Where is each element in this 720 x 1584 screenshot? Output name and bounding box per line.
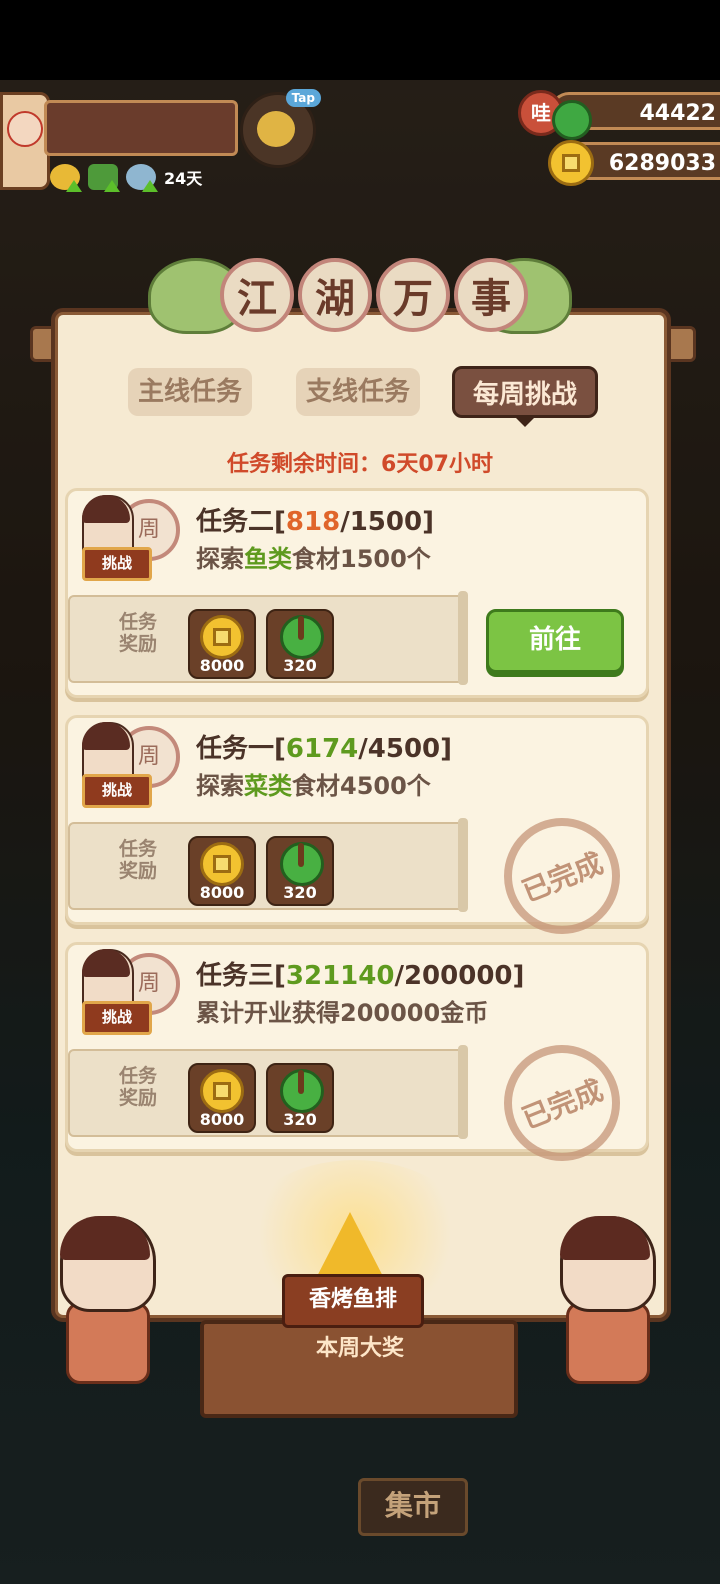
task-portrait: 周 挑战 [76,945,180,1035]
coin-boost-icon[interactable] [50,164,82,192]
progress-current: 321140 [285,961,395,991]
npc-left [50,1206,160,1386]
days-count: 24天 [164,169,203,188]
tab-side-quest[interactable]: 支线任务 [296,368,420,416]
task-title: 任务一[6174/4500] [196,734,453,764]
task-portrait: 周 挑战 [76,491,180,581]
growth-boost-icon[interactable] [88,164,120,192]
coin-reward: 8000 [188,1063,256,1133]
coin-reward: 8000 [188,836,256,906]
panel-title: 江 湖 万 事 [148,250,572,346]
challenge-badge: 挑战 [82,1001,152,1035]
market-button[interactable]: 集市 [358,1478,468,1536]
task-tabs: 主线任务 支线任务 每周挑战 [128,366,598,424]
status-row: 24天 [50,162,202,192]
tab-weekly-challenge[interactable]: 每周挑战 [452,366,598,418]
task-card: 周 挑战 任务三[321140/200000] 累计开业获得200000金币 任… [65,942,649,1179]
task-description: 累计开业获得200000金币 [196,999,489,1027]
remaining-time: 任务剩余时间：6天07小时 [227,452,493,477]
bowl-boost-icon[interactable] [126,164,158,192]
reward-label: 任务 奖励 [118,1065,157,1109]
title-char: 湖 [298,258,372,332]
jade-reward: 320 [266,609,334,679]
task-description: 探索鱼类食材1500个 [196,545,431,573]
tap-button[interactable]: Tap [240,89,321,168]
jade-icon [552,100,592,140]
title-char: 事 [454,258,528,332]
reward-scroll: 任务 奖励 8000 320 [68,1045,468,1139]
jade-reward: 320 [266,1063,334,1133]
tap-label: Tap [285,89,321,107]
coin-icon [200,1069,244,1113]
title-char: 江 [220,258,294,332]
player-name-bar [44,100,238,156]
coin-icon [200,842,244,886]
task-card: 周 挑战 任务一[6174/4500] 探索菜类食材4500个 任务 奖励 800… [65,715,649,952]
player-avatar[interactable] [0,92,50,190]
jade-icon [280,1069,324,1113]
task-title: 任务三[321140/200000] [196,961,525,991]
jade-icon [280,842,324,886]
npc-right [550,1206,660,1386]
coin-icon [548,140,594,186]
challenge-badge: 挑战 [82,547,152,581]
progress-total: 200000 [403,961,513,991]
progress-current: 818 [285,507,341,537]
coin-reward: 8000 [188,609,256,679]
reward-label: 任务 奖励 [118,611,157,655]
task-title: 任务二[818/1500] [196,507,434,537]
task-portrait: 周 挑战 [76,718,180,808]
progress-total: 1500 [349,507,423,537]
progress-total: 4500 [367,734,441,764]
jade-icon [280,615,324,659]
task-card: 周 挑战 任务二[818/1500] 探索鱼类食材1500个 任务 奖励 8000… [65,488,649,698]
bird-icon [257,111,295,147]
coin-icon [200,615,244,659]
avatar-face-icon [7,111,43,147]
tab-main-quest[interactable]: 主线任务 [128,368,252,416]
challenge-badge: 挑战 [82,774,152,808]
reward-scroll: 任务 奖励 8000 320 [68,818,468,912]
progress-current: 6174 [285,734,359,764]
task-description: 探索菜类食材4500个 [196,772,431,800]
reward-label: 任务 奖励 [118,838,157,882]
prize-name: 香烤鱼排 [282,1274,424,1328]
reward-scroll: 任务 奖励 8000 320 [68,591,468,685]
go-button[interactable]: 前往 [486,609,624,673]
jade-reward: 320 [266,836,334,906]
title-char: 万 [376,258,450,332]
